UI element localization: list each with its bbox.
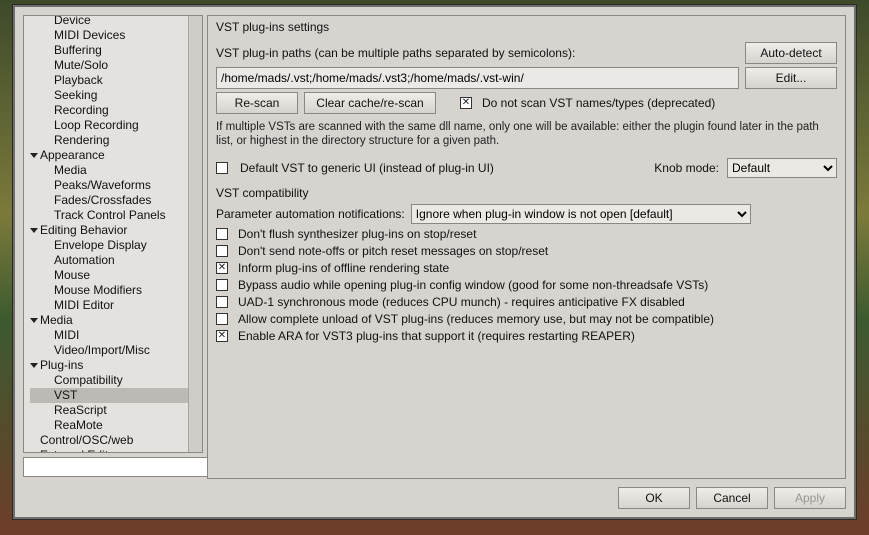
tree-item[interactable]: Rendering xyxy=(30,133,202,148)
compat-label-0: Don't flush synthesizer plug-ins on stop… xyxy=(238,227,476,241)
autodetect-button[interactable]: Auto-detect xyxy=(745,42,837,64)
compat-label-2: Inform plug-ins of offline rendering sta… xyxy=(238,261,449,275)
tree-item[interactable]: Mouse Modifiers xyxy=(30,283,202,298)
tree-item[interactable]: ReaMote xyxy=(30,418,202,433)
tree-item[interactable]: Playback xyxy=(30,73,202,88)
noscan-names-checkbox[interactable] xyxy=(460,97,472,109)
tree-item[interactable]: Control/OSC/web xyxy=(30,433,202,448)
tree-category[interactable]: Editing Behavior xyxy=(30,223,202,238)
compat-label-6: Enable ARA for VST3 plug-ins that suppor… xyxy=(238,329,635,343)
compat-checkbox-2[interactable] xyxy=(216,262,228,274)
duplicate-note: If multiple VSTs are scanned with the sa… xyxy=(216,120,837,148)
tree-item[interactable]: Peaks/Waveforms xyxy=(30,178,202,193)
compat-label-5: Allow complete unload of VST plug-ins (r… xyxy=(238,312,714,326)
tree-item[interactable]: Recording xyxy=(30,103,202,118)
compat-checkbox-4[interactable] xyxy=(216,296,228,308)
tree-item[interactable]: Media xyxy=(30,163,202,178)
tree-item[interactable]: Fades/Crossfades xyxy=(30,193,202,208)
tree-item[interactable]: Video/Import/Misc xyxy=(30,343,202,358)
tree-item[interactable]: Mouse xyxy=(30,268,202,283)
tree-item[interactable]: Envelope Display xyxy=(30,238,202,253)
tree-item[interactable]: MIDI Devices xyxy=(30,28,202,43)
ok-button[interactable]: OK xyxy=(618,487,690,509)
compat-checkbox-1[interactable] xyxy=(216,245,228,257)
tree-item[interactable]: MIDI Editor xyxy=(30,298,202,313)
tree-item[interactable]: Compatibility xyxy=(30,373,202,388)
compat-checkbox-0[interactable] xyxy=(216,228,228,240)
compat-label-3: Bypass audio while opening plug-in confi… xyxy=(238,278,708,292)
param-auto-select[interactable]: Ignore when plug-in window is not open [… xyxy=(411,204,751,224)
knob-mode-select[interactable]: Default xyxy=(727,158,837,178)
tree-item[interactable]: VST xyxy=(30,388,202,403)
tree-item[interactable]: MIDI xyxy=(30,328,202,343)
compat-checkbox-5[interactable] xyxy=(216,313,228,325)
clear-rescan-button[interactable]: Clear cache/re-scan xyxy=(304,92,436,114)
cancel-button[interactable]: Cancel xyxy=(696,487,768,509)
param-auto-label: Parameter automation notifications: xyxy=(216,207,405,221)
category-tree[interactable]: AudioDeviceMIDI DevicesBufferingMute/Sol… xyxy=(23,15,203,453)
paths-label: VST plug-in paths (can be multiple paths… xyxy=(216,46,739,60)
compat-checkbox-3[interactable] xyxy=(216,279,228,291)
default-ui-label: Default VST to generic UI (instead of pl… xyxy=(240,161,494,175)
tree-item[interactable]: Track Control Panels xyxy=(30,208,202,223)
tree-item[interactable]: Loop Recording xyxy=(30,118,202,133)
preferences-dialog: AudioDeviceMIDI DevicesBufferingMute/Sol… xyxy=(12,4,857,520)
tree-category[interactable]: Appearance xyxy=(30,148,202,163)
panel-title: VST plug-ins settings xyxy=(216,20,837,34)
compat-label-1: Don't send note-offs or pitch reset mess… xyxy=(238,244,548,258)
compat-label-4: UAD-1 synchronous mode (reduces CPU munc… xyxy=(238,295,685,309)
tree-item[interactable]: Seeking xyxy=(30,88,202,103)
compat-checkbox-6[interactable] xyxy=(216,330,228,342)
tree-item[interactable]: External Editors xyxy=(30,448,202,453)
tree-category[interactable]: Media xyxy=(30,313,202,328)
search-input[interactable] xyxy=(23,457,208,477)
tree-category[interactable]: Plug-ins xyxy=(30,358,202,373)
sidebar-scrollbar[interactable] xyxy=(188,16,202,452)
noscan-names-label: Do not scan VST names/types (deprecated) xyxy=(482,96,715,110)
settings-panel: VST plug-ins settings VST plug-in paths … xyxy=(207,15,846,479)
edit-paths-button[interactable]: Edit... xyxy=(745,67,837,89)
tree-item[interactable]: Device xyxy=(30,15,202,28)
tree-item[interactable]: Buffering xyxy=(30,43,202,58)
tree-item[interactable]: Mute/Solo xyxy=(30,58,202,73)
tree-item[interactable]: ReaScript xyxy=(30,403,202,418)
rescan-button[interactable]: Re-scan xyxy=(216,92,298,114)
default-ui-checkbox[interactable] xyxy=(216,162,228,174)
apply-button[interactable]: Apply xyxy=(774,487,846,509)
compat-title: VST compatibility xyxy=(216,186,837,200)
paths-input[interactable] xyxy=(216,67,739,89)
tree-item[interactable]: Automation xyxy=(30,253,202,268)
knob-mode-label: Knob mode: xyxy=(654,161,719,175)
